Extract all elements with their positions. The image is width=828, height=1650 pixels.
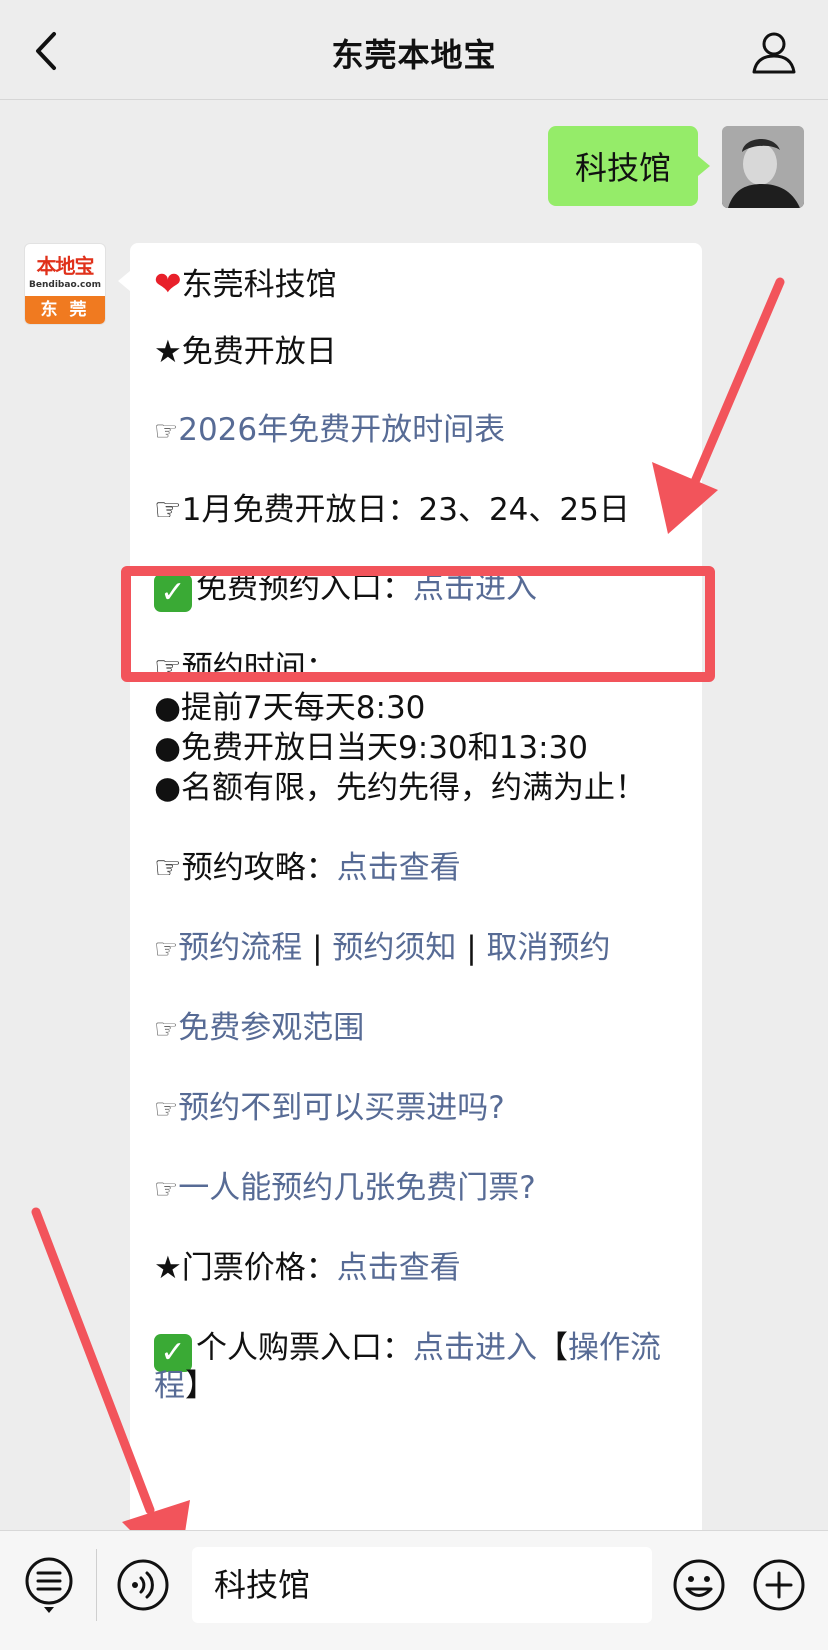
- chat-header: 东莞本地宝: [0, 0, 828, 100]
- menu-list-icon[interactable]: [24, 1555, 74, 1615]
- price-link[interactable]: 点击查看: [337, 1250, 461, 1286]
- guide-label: ☞预约攻略：: [154, 850, 337, 886]
- purchase-label: 个人购票入口：: [196, 1330, 413, 1366]
- heart-icon: ❤: [154, 264, 182, 303]
- pointer-icon: ☞: [154, 1014, 179, 1045]
- booking-time-line: ●免费开放日当天9:30和13:30: [154, 730, 588, 766]
- pointer-icon: ☞: [154, 1094, 179, 1125]
- message-title: 东莞科技馆: [181, 267, 337, 303]
- message-title-line: ❤东莞科技馆: [154, 263, 337, 306]
- purchase-process-link[interactable]: 操作流: [568, 1330, 661, 1366]
- user-message-bubble[interactable]: 科技馆: [548, 126, 710, 206]
- bracket-open: 【: [537, 1330, 568, 1366]
- free-day-heading: ★免费开放日: [154, 334, 337, 370]
- highlight-box: [121, 566, 715, 682]
- message-input[interactable]: 科技馆: [192, 1547, 652, 1623]
- ticket-question-link[interactable]: 预约不到可以买票进吗?: [178, 1090, 504, 1126]
- bot-avatar[interactable]: 本地宝 Bendibao.com 东 莞: [24, 243, 106, 325]
- count-question-line: ☞一人能预约几张免费门票?: [154, 1167, 536, 1211]
- booking-time-line: ●提前7天每天8:30: [154, 690, 426, 726]
- separator: |: [456, 930, 487, 966]
- process-link[interactable]: 预约流程: [178, 930, 302, 966]
- bot-avatar-city: 东 莞: [25, 296, 105, 324]
- user-avatar-image: [722, 126, 804, 208]
- user-avatar[interactable]: [722, 126, 804, 208]
- bot-message-bubble: ❤东莞科技馆 ★免费开放日 ☞2026年免费开放时间表 ☞1月免费开放日：23、…: [118, 243, 702, 1543]
- count-question-link[interactable]: 一人能预约几张免费门票?: [178, 1170, 535, 1206]
- schedule-link[interactable]: 2026年免费开放时间表: [178, 412, 505, 448]
- bracket-close: 】: [185, 1368, 216, 1404]
- bot-avatar-domain: Bendibao.com: [29, 280, 101, 290]
- guide-link[interactable]: 点击查看: [337, 850, 461, 886]
- schedule-line: ☞2026年免费开放时间表: [154, 409, 505, 453]
- plus-icon[interactable]: [752, 1558, 806, 1612]
- purchase-process-link[interactable]: 程: [154, 1368, 185, 1404]
- profile-icon[interactable]: [750, 30, 798, 76]
- pointer-icon: ☞: [154, 1174, 179, 1205]
- price-line: ★门票价格：点击查看: [154, 1247, 461, 1289]
- pointer-icon: ☞: [154, 934, 179, 965]
- input-bar: 科技馆: [0, 1530, 828, 1650]
- cancel-link[interactable]: 取消预约: [487, 930, 611, 966]
- separator: |: [302, 930, 333, 966]
- notice-link[interactable]: 预约须知: [332, 930, 456, 966]
- voice-icon[interactable]: [116, 1558, 170, 1612]
- scope-link[interactable]: 免费参观范围: [178, 1010, 364, 1046]
- january-free-days: ☞1月免费开放日：23、24、25日: [154, 492, 630, 528]
- booking-guide-line: ☞预约攻略：点击查看: [154, 847, 461, 889]
- input-divider: [96, 1549, 97, 1621]
- user-message-text: 科技馆: [574, 149, 671, 187]
- bot-avatar-logo: 本地宝 Bendibao.com: [25, 244, 105, 298]
- ticket-question-line: ☞预约不到可以买票进吗?: [154, 1087, 505, 1131]
- purchase-line: ✓ 个人购票入口：点击进入【操作流: [154, 1327, 661, 1372]
- purchase-link[interactable]: 点击进入: [413, 1330, 537, 1366]
- price-label: ★门票价格：: [154, 1250, 337, 1286]
- booking-links-line: ☞预约流程 | 预约须知 | 取消预约: [154, 927, 611, 971]
- emoji-icon[interactable]: [672, 1558, 726, 1612]
- pointer-icon: ☞: [154, 416, 179, 447]
- purchase-line-wrap: 程】: [154, 1365, 216, 1407]
- chat-title: 东莞本地宝: [331, 36, 497, 74]
- scope-line: ☞免费参观范围: [154, 1007, 364, 1051]
- bot-avatar-logo-text: 本地宝: [36, 254, 95, 278]
- booking-time-line: ●名额有限，先约先得，约满为止！: [154, 770, 647, 806]
